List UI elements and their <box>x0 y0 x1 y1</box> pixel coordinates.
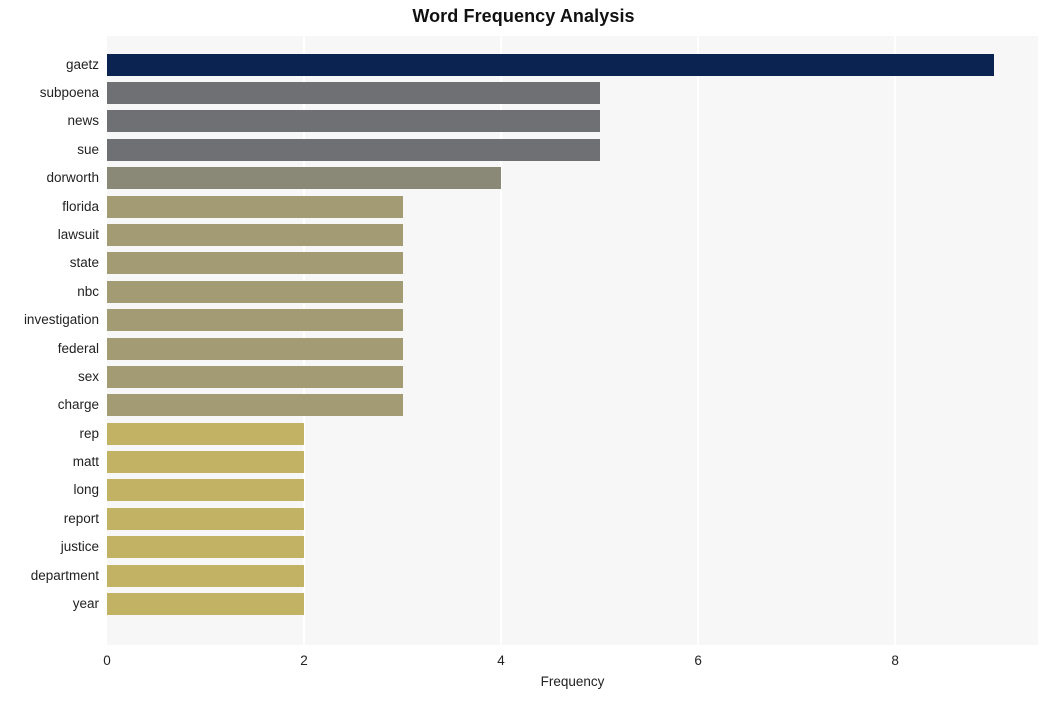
y-axis-tick-labels: gaetz subpoena news sue dorworth florida lawsu… <box>0 36 99 645</box>
bar-rep <box>107 422 305 445</box>
bar-federal <box>107 337 403 360</box>
x-axis-title: Frequency <box>540 674 605 689</box>
y-tick-label-state: state <box>69 255 99 271</box>
y-tick-label-long: long <box>73 482 99 498</box>
bar-matt <box>107 451 305 474</box>
x-tick-label-2: 2 <box>300 653 308 668</box>
bar-report <box>107 507 305 530</box>
bar-charge <box>107 394 403 417</box>
x-axis-tick-labels: 0 2 4 6 8 <box>0 645 1047 675</box>
bar-sue <box>107 138 600 161</box>
y-tick-label-report: report <box>63 510 99 526</box>
bar-gaetz <box>107 53 994 76</box>
y-tick-label-matt: matt <box>72 454 99 470</box>
y-tick-label-gaetz: gaetz <box>65 56 99 72</box>
y-tick-label-year: year <box>72 596 99 612</box>
bars-group <box>107 36 1038 645</box>
bar-investigation <box>107 309 403 332</box>
bar-sex <box>107 365 403 388</box>
y-tick-label-lawsuit: lawsuit <box>57 226 99 242</box>
bar-lawsuit <box>107 223 403 246</box>
word-frequency-chart: Word Frequency Analysis gaetz subpoena new… <box>0 0 1047 701</box>
y-tick-label-sue: sue <box>77 141 99 157</box>
y-tick-label-dorworth: dorworth <box>46 170 99 186</box>
plot-area <box>107 36 1038 645</box>
y-tick-label-rep: rep <box>79 425 99 441</box>
y-tick-label-news: news <box>67 113 99 129</box>
y-tick-label-nbc: nbc <box>77 283 99 299</box>
x-tick-label-0: 0 <box>103 653 111 668</box>
y-tick-label-investigation: investigation <box>23 312 99 328</box>
y-tick-label-department: department <box>30 567 99 583</box>
x-tick-label-8: 8 <box>891 653 899 668</box>
x-tick-label-4: 4 <box>497 653 505 668</box>
bar-year <box>107 593 305 616</box>
y-tick-label-subpoena: subpoena <box>39 84 99 100</box>
bar-justice <box>107 536 305 559</box>
y-tick-label-justice: justice <box>60 539 99 555</box>
y-tick-label-charge: charge <box>57 397 99 413</box>
bar-nbc <box>107 280 403 303</box>
bar-subpoena <box>107 81 600 104</box>
bar-florida <box>107 195 403 218</box>
bar-department <box>107 564 305 587</box>
x-tick-label-6: 6 <box>694 653 702 668</box>
y-tick-label-federal: federal <box>57 340 99 356</box>
bar-dorworth <box>107 167 502 190</box>
bar-long <box>107 479 305 502</box>
y-tick-label-sex: sex <box>77 368 99 384</box>
y-tick-label-florida: florida <box>62 198 99 214</box>
bar-news <box>107 110 600 133</box>
chart-title: Word Frequency Analysis <box>412 6 635 26</box>
bar-state <box>107 252 403 275</box>
